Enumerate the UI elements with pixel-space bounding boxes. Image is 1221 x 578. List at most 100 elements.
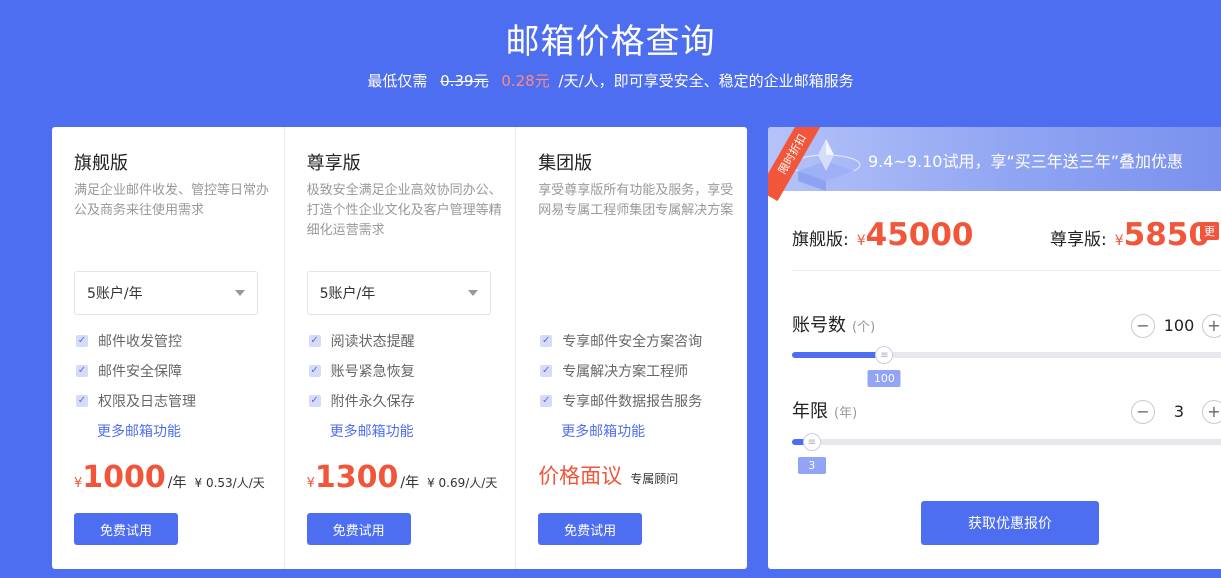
get-quote-button[interactable]: 获取优惠报价 xyxy=(921,501,1099,545)
free-trial-button[interactable]: 免费试用 xyxy=(74,513,178,545)
quote-amount: 45000 xyxy=(865,217,974,253)
plan-name: 尊享版 xyxy=(306,153,361,174)
plans-panel: 旗舰版 满足企业邮件收发、管控等日常办公及商务来往使用需求 5账户/年 ✓ 邮件收… xyxy=(52,127,747,569)
promo-banner: 限时折扣 9.4~9.10试用，享“买三年送三年”叠加优惠 xyxy=(768,127,1221,202)
years-label: 年限 (年) xyxy=(792,397,857,423)
negotiable-price: 价格面议 xyxy=(538,464,623,488)
feature-label: 阅读状态提醒 xyxy=(330,334,415,350)
feature-list: ✓ 邮件收发管控 ✓ 邮件安全保障 ✓ 权限及日志管理 xyxy=(76,326,196,416)
select-value: 5账户/年 xyxy=(319,286,376,302)
price-amount: 1000 xyxy=(82,460,166,495)
quote-label: 尊享版: xyxy=(1050,230,1107,250)
feature-item: ✓ 账号紧急恢复 xyxy=(308,356,415,386)
plan-group: 集团版 享受尊享版所有功能及服务，享受网易专属工程师集团专属解决方案 ✓ 专享邮件… xyxy=(515,127,747,569)
feature-item: ✓ 阅读状态提醒 xyxy=(308,326,415,356)
old-price: 0.39元 xyxy=(440,72,489,90)
field-title: 年限 xyxy=(792,401,828,422)
checkmark-icon: ✓ xyxy=(308,395,321,407)
divider xyxy=(792,270,1221,271)
years-value[interactable]: 3 xyxy=(1155,402,1203,421)
checkmark-icon: ✓ xyxy=(540,365,553,377)
feature-label: 附件永久保存 xyxy=(330,394,415,410)
plan-description: 享受尊享版所有功能及服务，享受网易专属工程师集团专属解决方案 xyxy=(538,183,734,218)
plan-description: 极致安全满足企业高效协同办公、打造个性企业文化及客户管理等精细化运营需求 xyxy=(306,183,502,238)
account-select[interactable]: 5账户/年 xyxy=(306,271,491,315)
feature-item: ✓ 专属解决方案工程师 xyxy=(540,356,702,386)
feature-label: 邮件安全保障 xyxy=(98,364,182,380)
currency-symbol: ¥ xyxy=(74,476,83,491)
free-trial-button[interactable]: 免费试用 xyxy=(306,513,411,545)
feature-item: ✓ 专享邮件数据报告服务 xyxy=(540,386,702,416)
plan-name: 旗舰版 xyxy=(74,153,128,174)
price-unit: /年 xyxy=(400,475,420,491)
promo-panel: 限时折扣 9.4~9.10试用，享“买三年送三年”叠加优惠 旗舰版: ¥ 450… xyxy=(768,127,1221,569)
years-slider[interactable]: ≡ 3 xyxy=(792,433,1221,474)
free-trial-button[interactable]: 免费试用 xyxy=(538,513,643,545)
checkmark-icon: ✓ xyxy=(308,335,321,347)
plan-flagship: 旗舰版 满足企业邮件收发、管控等日常办公及商务来往使用需求 5账户/年 ✓ 邮件收… xyxy=(52,127,284,569)
feature-label: 专享邮件数据报告服务 xyxy=(562,394,703,410)
currency-symbol: ¥ xyxy=(1114,233,1124,249)
account-select[interactable]: 5账户/年 xyxy=(74,271,258,315)
hero-subtitle: 最低仅需 0.39元 0.28元 /天/人，即可享受安全、稳定的企业邮箱服务 xyxy=(0,70,1221,91)
checkmark-icon: ✓ xyxy=(540,395,553,407)
feature-item: ✓ 邮件收发管控 xyxy=(76,326,196,356)
checkmark-icon: ✓ xyxy=(76,365,88,377)
currency-symbol: ¥ xyxy=(856,233,866,249)
flagship-quote: 旗舰版: ¥ 45000 xyxy=(792,217,974,253)
feature-item: ✓ 专享邮件安全方案咨询 xyxy=(540,326,702,356)
plan-premium: 尊享版 极致安全满足企业高效协同办公、打造个性企业文化及客户管理等精细化运营需求… xyxy=(283,127,516,569)
premium-quote: 尊享版: ¥ 5850 xyxy=(1050,217,1210,253)
more-tag: 更 xyxy=(1200,222,1219,240)
accounts-value[interactable]: 100 xyxy=(1155,316,1203,335)
more-features-link[interactable]: 更多邮箱功能 xyxy=(561,421,645,441)
price-row: 价格面议 专属顾问 xyxy=(538,460,678,490)
slider-handle[interactable]: ≡ xyxy=(875,346,894,364)
feature-item: ✓ 权限及日志管理 xyxy=(76,386,196,416)
feature-label: 邮件收发管控 xyxy=(98,334,182,350)
accounts-plus-button[interactable]: + xyxy=(1202,314,1221,338)
price-row: ¥ 1000 /年 ¥ 0.53/人/天 xyxy=(74,460,265,495)
feature-label: 专享邮件安全方案咨询 xyxy=(562,334,703,350)
years-plus-button[interactable]: + xyxy=(1202,400,1221,424)
checkmark-icon: ✓ xyxy=(308,365,321,377)
select-value: 5账户/年 xyxy=(87,286,143,302)
caret-down-icon xyxy=(235,290,245,296)
subtitle-prefix: 最低仅需 xyxy=(367,72,428,90)
price-unit: /年 xyxy=(167,475,187,491)
accounts-slider[interactable]: ≡ 100 xyxy=(792,346,1221,387)
quote-amount: 5850 xyxy=(1123,217,1210,253)
more-features-link[interactable]: 更多邮箱功能 xyxy=(330,421,414,441)
feature-list: ✓ 阅读状态提醒 ✓ 账号紧急恢复 ✓ 附件永久保存 xyxy=(308,326,415,416)
checkmark-icon: ✓ xyxy=(76,395,88,407)
currency-symbol: ¥ xyxy=(306,476,315,491)
accounts-label: 账号数 (个) xyxy=(792,311,875,337)
more-features-link[interactable]: 更多邮箱功能 xyxy=(97,421,181,441)
feature-item: ✓ 邮件安全保障 xyxy=(76,356,196,386)
slider-fill xyxy=(792,352,885,358)
field-unit: (个) xyxy=(852,320,876,335)
price-row: ¥ 1300 /年 ¥ 0.69/人/天 xyxy=(307,460,498,495)
slider-tooltip: 3 xyxy=(797,457,826,474)
subtitle-suffix: /天/人，即可享受安全、稳定的企业邮箱服务 xyxy=(558,72,854,90)
years-minus-button[interactable]: − xyxy=(1131,400,1155,424)
hero-title: 邮箱价格查询 xyxy=(505,22,716,62)
feature-label: 专属解决方案工程师 xyxy=(562,364,689,380)
quote-label: 旗舰版: xyxy=(792,230,849,250)
feature-label: 权限及日志管理 xyxy=(98,394,196,410)
feature-list: ✓ 专享邮件安全方案咨询 ✓ 专属解决方案工程师 ✓ 专享邮件数据报告服务 xyxy=(540,326,702,416)
new-price: 0.28元 xyxy=(501,72,550,90)
price-per-day: ¥ 0.53/人/天 xyxy=(194,476,265,490)
feature-label: 账号紧急恢复 xyxy=(330,364,415,380)
field-title: 账号数 xyxy=(792,315,846,336)
checkmark-icon: ✓ xyxy=(76,335,88,347)
field-unit: (年) xyxy=(834,406,858,421)
promo-text: 9.4~9.10试用，享“买三年送三年”叠加优惠 xyxy=(868,152,1184,171)
plan-name: 集团版 xyxy=(538,153,593,174)
accounts-minus-button[interactable]: − xyxy=(1131,314,1155,338)
slider-tooltip: 100 xyxy=(867,370,901,387)
price-amount: 1300 xyxy=(314,460,399,495)
checkmark-icon: ✓ xyxy=(540,335,553,347)
slider-handle[interactable]: ≡ xyxy=(802,433,821,451)
plan-description: 满足企业邮件收发、管控等日常办公及商务来往使用需求 xyxy=(74,183,270,218)
